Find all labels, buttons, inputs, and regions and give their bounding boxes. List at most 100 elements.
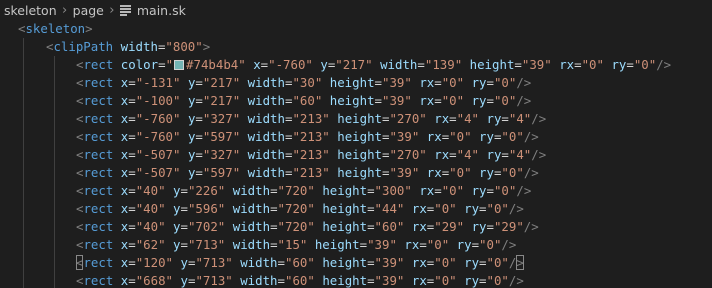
code-token: rect [83,201,114,216]
code-token: = [626,57,634,72]
breadcrumb-item-page[interactable]: page [73,3,104,18]
code-token: rect [83,75,114,90]
code-line[interactable]: <rect x="-100" y="217" width="60" height… [76,92,531,110]
code-token: = [514,57,522,72]
code-token: "39" [374,255,405,270]
code-token: = [486,93,494,108]
chevron-right-icon: › [62,2,68,18]
code-line[interactable]: <rect x="40" y="596" width="720" height=… [76,200,524,218]
code-token: = [574,57,582,72]
code-token: = [128,75,136,90]
code-token: "0" [449,165,472,180]
code-line[interactable]: <rect x="-760" y="597" width="213" heigh… [76,128,539,146]
code-token: rx [434,111,450,126]
code-line[interactable]: <rect x="668" y="713" width="60" height=… [76,272,524,288]
code-line[interactable]: <rect x="120" y="713" width="60" height=… [76,254,524,272]
code-token: height [329,75,375,90]
code-token: "597" [202,165,241,180]
color-swatch-icon[interactable] [174,60,185,70]
code-line[interactable]: <rect color=" #74b4b4" x="-760" y="217" w… [76,56,671,74]
code-token: "0" [434,201,457,216]
code-token: "39" [367,237,397,252]
code-token: ry [471,75,487,90]
code-token: "-760" [268,57,313,72]
code-token: rect [83,183,114,198]
code-token: = [359,237,368,252]
code-token: = [180,201,188,216]
code-token: "0" [434,273,457,288]
code-token: "120" [135,255,174,270]
code-token: "0" [501,165,524,180]
code-token: = [486,219,494,234]
code-token: "4" [508,111,532,126]
code-token: height [337,111,382,126]
code-token: "39" [382,75,412,90]
code-token: width [247,111,285,126]
code-line[interactable]: <clipPath width="800"> [46,38,210,56]
code-line[interactable]: <rect x="-131" y="217" width="30" height… [76,74,531,92]
code-token: y [173,237,181,252]
code-token: rx [559,57,575,72]
breadcrumb-item-skeleton[interactable]: skeleton [4,3,57,18]
code-token: = [434,93,442,108]
code-line[interactable]: <rect x="40" y="702" width="720" height=… [76,218,539,236]
code-token: skeleton [25,21,86,36]
code-token: = [449,111,457,126]
code-line[interactable]: <rect x="-760" y="327" width="213" heigh… [76,110,546,128]
code-token: = [270,183,278,198]
chevron-right-icon: › [109,2,115,18]
code-token: rect [83,273,114,288]
code-token: = [367,273,375,288]
code-token: "4" [508,147,532,162]
code-token: "597" [202,129,241,144]
code-token: ry [486,111,502,126]
code-token: "-507" [135,165,181,180]
code-token: ry [456,237,472,252]
code-token: "4" [456,111,480,126]
code-token: rect [83,165,114,180]
code-editor[interactable]: <skeleton> <clipPath width="800"> <rect co… [0,20,712,288]
code-token: "596" [187,201,226,216]
code-token: "0" [486,273,509,288]
code-token: = [367,201,375,216]
code-token: "40" [135,201,166,216]
code-line[interactable]: <skeleton> [18,20,93,38]
code-token: /> [501,237,517,252]
code-token: = [128,255,136,270]
code-token: width [120,39,158,54]
code-token: width [247,165,285,180]
breadcrumb-item-file[interactable]: main.sk [137,3,186,18]
code-token: "39" [389,165,420,180]
code-token: y [173,201,181,216]
code-token: = [367,255,375,270]
code-token: rect [83,147,114,162]
code-token: = [158,57,166,72]
code-token: "720" [277,201,315,216]
code-token: "0" [449,129,472,144]
code-token: "0" [486,255,509,270]
code-line[interactable]: <rect x="40" y="226" width="720" height=… [76,182,531,200]
code-token: "4" [456,147,480,162]
code-line[interactable]: <rect x="62" y="713" width="15" height="… [76,236,516,254]
code-line[interactable]: <rect x="-507" y="327" width="213" heigh… [76,146,546,164]
code-token: "39" [382,93,412,108]
code-token: = [501,111,509,126]
code-token: = [270,219,278,234]
code-token: = [195,75,203,90]
code-token: "0" [441,93,465,108]
code-line[interactable]: <rect x="-507" y="597" width="213" heigh… [76,164,539,182]
code-token: "720" [277,183,315,198]
indent-guide [23,38,24,288]
code-token: "213" [292,165,330,180]
